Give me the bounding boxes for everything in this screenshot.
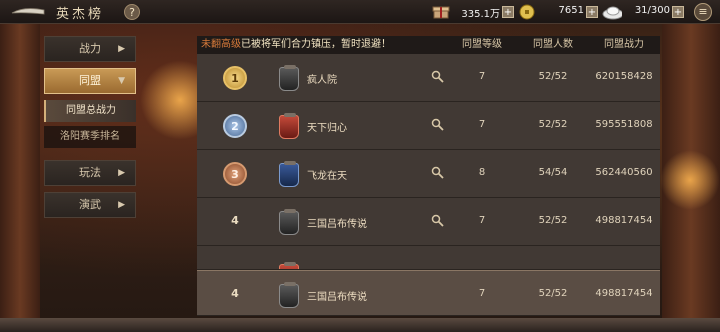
menu-item-gameplay[interactable]: 玩法 ▶ (44, 160, 136, 186)
table-row-partial (197, 246, 660, 270)
column-header-level: 同盟等级 (462, 39, 502, 50)
notice-text: 已被将军们合力镇压，暂时退避！ (241, 39, 391, 50)
alliance-flag-icon (279, 282, 299, 308)
alliance-name: 飞龙在天 (307, 171, 347, 182)
resource-value: 335.1万 (461, 9, 500, 20)
table-header: 未翻高级已被将军们合力镇压，暂时退避！ 同盟等级 同盟人数 同盟战力 (197, 36, 660, 54)
alliance-power: 595551808 (595, 119, 653, 130)
table-row[interactable]: 1 疯人院 7 52/52 620158428 (197, 54, 660, 102)
alliance-power: 562440560 (595, 167, 653, 178)
alliance-flag-icon (279, 161, 299, 187)
rank-badge: 1 (223, 66, 247, 90)
back-arrow-icon[interactable] (10, 4, 46, 20)
notice-prefix: 未翻高级 (201, 39, 241, 50)
menu-item-label: 战力 (79, 42, 101, 55)
alliance-level: 7 (478, 288, 486, 299)
game-screen: 英杰榜 ? 335.1万 + 7651 + 31/300 + ≡ 战力 ▶ 同盟… (0, 0, 720, 332)
alliance-level: 7 (478, 215, 486, 226)
alliance-members: 54/54 (538, 167, 568, 178)
alliance-flag-icon (279, 209, 299, 235)
resource-value: 31/300 (634, 5, 670, 16)
menu-button[interactable]: ≡ (694, 3, 712, 21)
alliance-name: 三国吕布传说 (307, 219, 367, 230)
menu-item-power[interactable]: 战力 ▶ (44, 36, 136, 62)
chevron-right-icon: ▶ (118, 44, 125, 54)
help-button[interactable]: ? (124, 4, 140, 20)
left-pillar-decoration (0, 24, 40, 324)
menu-item-alliance[interactable]: 同盟 ▼ (44, 68, 136, 94)
page-title: 英杰榜 (56, 7, 105, 22)
leaderboard-panel: 未翻高级已被将军们合力镇压，暂时退避！ 同盟等级 同盟人数 同盟战力 1 疯人院… (197, 36, 660, 316)
alliance-level: 7 (478, 119, 486, 130)
alliance-members: 52/52 (538, 288, 568, 299)
alliance-flag-icon (279, 65, 299, 91)
chevron-down-icon: ▼ (118, 76, 125, 86)
menu-item-label: 同盟 (79, 74, 101, 87)
my-alliance-row[interactable]: 4 三国吕布传说 7 52/52 498817454 (197, 270, 660, 316)
menu-item-label: 演武 (79, 198, 101, 211)
alliance-name: 天下归心 (307, 123, 347, 134)
column-header-power: 同盟战力 (604, 39, 644, 50)
copper-coin-icon (519, 4, 535, 20)
submenu-alliance-power[interactable]: 同盟总战力 (44, 100, 136, 122)
resource-gift: 335.1万 + (432, 4, 516, 20)
top-bar: 英杰榜 ? 335.1万 + 7651 + 31/300 + ≡ (0, 0, 720, 24)
rank-number: 4 (231, 214, 239, 227)
submenu-luoyang-ranking[interactable]: 洛阳赛季排名 (44, 126, 136, 148)
rank-number: 4 (231, 287, 239, 300)
alliance-name: 疯人院 (307, 75, 337, 86)
chevron-right-icon: ▶ (118, 168, 125, 178)
resource-silver: 31/300 + (600, 4, 690, 20)
resource-value: 7651 (558, 5, 584, 16)
resource-coin: 7651 + (518, 4, 598, 20)
alliance-level: 7 (478, 71, 486, 82)
search-icon[interactable] (431, 214, 445, 228)
notice-banner: 未翻高级已被将军们合力镇压，暂时退避！ (197, 36, 447, 54)
alliance-flag-icon (279, 113, 299, 139)
table-row[interactable]: 2 天下归心 7 52/52 595551808 (197, 102, 660, 150)
rank-badge: 3 (223, 162, 247, 186)
table-row[interactable]: 3 飞龙在天 8 54/54 562440560 (197, 150, 660, 198)
alliance-name: 三国吕布传说 (307, 292, 367, 303)
chevron-right-icon: ▶ (118, 200, 125, 210)
alliance-power: 620158428 (595, 71, 653, 82)
alliance-level: 8 (478, 167, 486, 178)
lamp-glow-decoration (660, 150, 720, 210)
alliance-power: 498817454 (595, 288, 653, 299)
table-row[interactable]: 4 三国吕布传说 7 52/52 498817454 (197, 198, 660, 246)
rank-badge: 2 (223, 114, 247, 138)
column-header-members: 同盟人数 (533, 39, 573, 50)
search-icon[interactable] (431, 166, 445, 180)
add-resource-button[interactable]: + (672, 6, 684, 18)
search-icon[interactable] (431, 118, 445, 132)
floor-decoration (0, 318, 720, 332)
gift-box-icon (432, 6, 450, 19)
alliance-power: 498817454 (595, 215, 653, 226)
alliance-members: 52/52 (538, 215, 568, 226)
menu-item-label: 玩法 (79, 166, 101, 179)
search-icon[interactable] (431, 70, 445, 84)
silver-ingot-icon (602, 6, 622, 20)
add-resource-button[interactable]: + (586, 6, 598, 18)
alliance-members: 52/52 (538, 119, 568, 130)
alliance-members: 52/52 (538, 71, 568, 82)
menu-item-drill[interactable]: 演武 ▶ (44, 192, 136, 218)
add-resource-button[interactable]: + (502, 6, 514, 18)
